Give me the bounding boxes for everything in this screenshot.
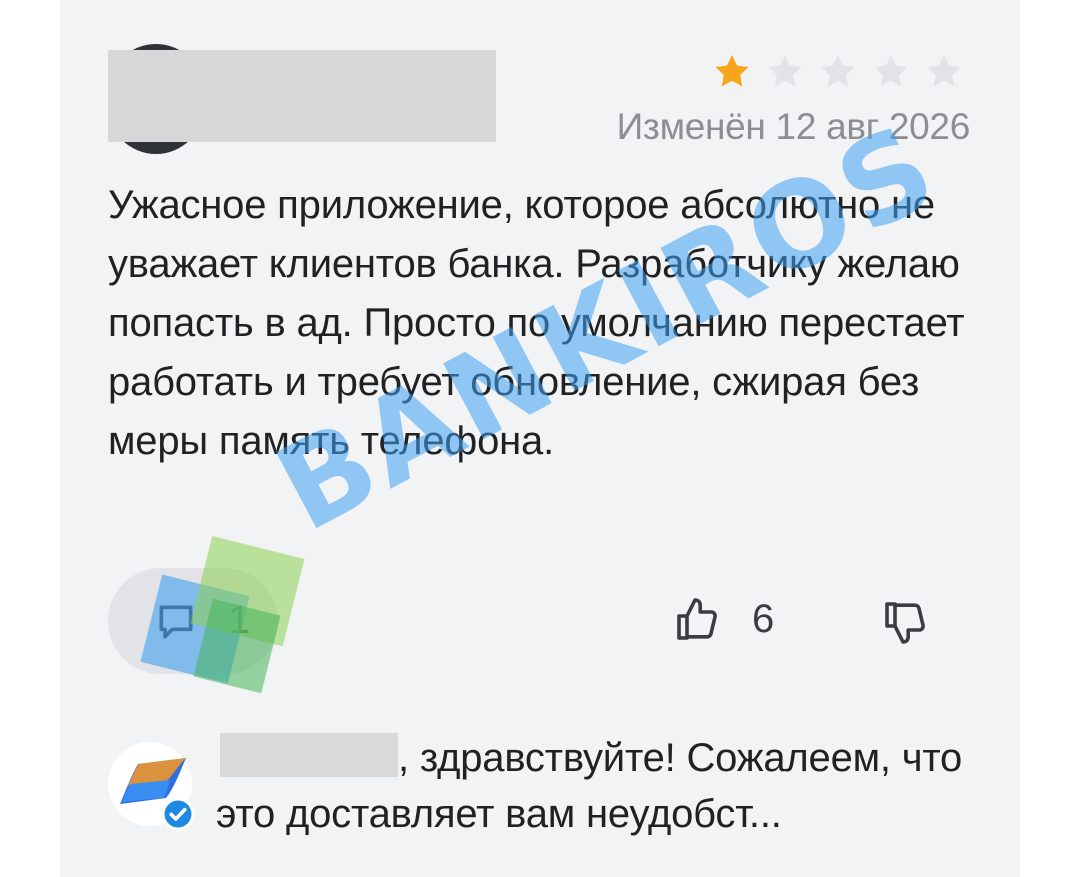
customer-name-redacted (220, 733, 398, 777)
thumbs-up-icon[interactable] (672, 596, 722, 644)
verified-icon (161, 797, 195, 831)
thumbs-down-icon[interactable] (880, 598, 930, 646)
watermark-logo-icon (140, 536, 305, 694)
star-filled-icon (715, 55, 749, 87)
bank-reply: , здравствуйте! Сожалеем, что это достав… (216, 730, 996, 842)
star-empty-icon (821, 55, 855, 87)
rating-stars (712, 52, 964, 92)
star-empty-icon (768, 55, 802, 87)
star-empty-icon (874, 55, 908, 87)
reviewer-name-redacted (108, 50, 496, 142)
likes-count: 6 (752, 597, 775, 641)
star-empty-icon (927, 55, 961, 87)
